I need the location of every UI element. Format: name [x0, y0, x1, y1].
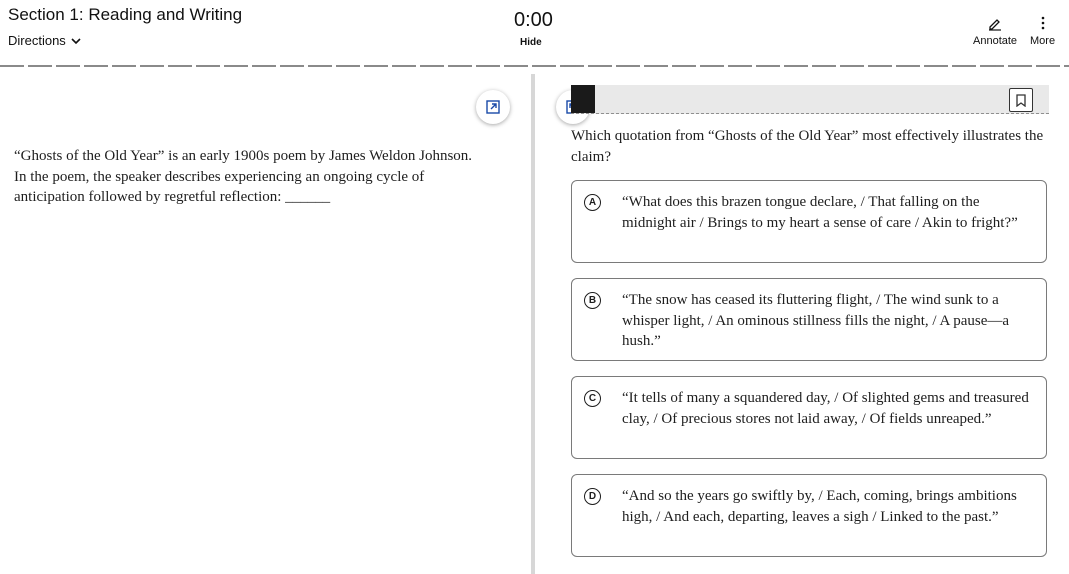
answer-choice-b[interactable]: B “The snow has ceased its fluttering fl… [571, 278, 1047, 361]
section-title: Section 1: Reading and Writing [8, 5, 243, 24]
choice-text: “What does this brazen tongue declare, /… [622, 194, 1018, 231]
expand-passage-button[interactable] [476, 90, 510, 124]
question-header-bar [571, 85, 1049, 114]
directions-label: Directions [8, 33, 66, 48]
passage-text: “Ghosts of the Old Year” is an early 190… [14, 148, 473, 205]
annotate-label: Annotate [973, 35, 1018, 47]
answer-choice-d[interactable]: D “And so the years go swiftly by, / Eac… [571, 474, 1047, 557]
choice-letter: C [584, 390, 601, 407]
more-button[interactable]: More [1030, 14, 1055, 47]
choice-letter: D [584, 488, 601, 505]
choice-text: “It tells of many a squandered day, / Of… [622, 390, 1029, 427]
choice-text: “And so the years go swiftly by, / Each,… [622, 488, 1017, 525]
timer: 0:00 [514, 9, 553, 31]
chevron-down-icon [71, 37, 81, 44]
top-bar: Section 1: Reading and Writing Direction… [0, 0, 1069, 67]
choice-text: “The snow has ceased its fluttering flig… [622, 292, 1010, 349]
directions-toggle[interactable]: Directions [8, 33, 82, 48]
mark-for-review-button[interactable] [1009, 88, 1033, 112]
answer-choice-a[interactable]: A “What does this brazen tongue declare,… [571, 180, 1047, 263]
more-label: More [1030, 35, 1056, 47]
answer-choice-c[interactable]: C “It tells of many a squandered day, / … [571, 376, 1047, 459]
bookmark-icon [1016, 93, 1026, 107]
pencil-icon [987, 14, 1003, 32]
header-divider [0, 65, 1069, 67]
choice-letter: B [584, 292, 601, 309]
hide-timer-button[interactable]: Hide [520, 37, 542, 48]
kebab-menu-icon [1040, 14, 1046, 32]
pane-divider[interactable] [531, 74, 535, 574]
choice-letter: A [584, 194, 601, 211]
question-number-box [571, 85, 595, 113]
expand-icon [486, 100, 500, 114]
question-stem: Which quotation from “Ghosts of the Old … [571, 128, 1044, 165]
annotate-button[interactable]: Annotate [973, 14, 1017, 47]
